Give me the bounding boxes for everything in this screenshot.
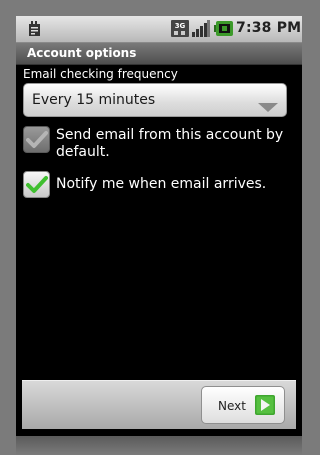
checkmark-disabled-icon [26,131,48,148]
next-arrow-icon [255,395,275,419]
option-send-default[interactable]: Send email from this account by default. [23,126,293,162]
battery-icon [214,21,233,40]
screen-bottom-edge [16,436,302,455]
frequency-label: Email checking frequency [23,67,178,81]
download-notification-icon[interactable] [28,21,42,41]
signal-icon [192,20,210,41]
send-default-checkbox[interactable] [23,126,50,153]
page-title: Account options [27,46,137,60]
checkmark-icon [26,176,48,193]
status-bar: 3G 7:38 PM [16,16,302,43]
title-bar: Account options [16,43,302,65]
frequency-selected-value: Every 15 minutes [32,92,156,108]
3g-icon: 3G [171,20,189,41]
network-badge-text: 3G [175,22,186,30]
option-notify[interactable]: Notify me when email arrives. [23,171,293,199]
dropdown-arrow-icon [258,97,278,116]
notify-checkbox[interactable] [23,171,50,198]
notify-label: Notify me when email arrives. [56,176,267,192]
frequency-dropdown[interactable]: Every 15 minutes [23,83,287,117]
phone-screen: 3G 7:38 PM Account options Email checkin… [16,16,302,436]
status-time: 7:38 PM [236,20,302,36]
next-button[interactable]: Next [201,386,285,424]
send-default-label: Send email from this account by default. [56,127,284,160]
next-button-label: Next [218,399,246,413]
